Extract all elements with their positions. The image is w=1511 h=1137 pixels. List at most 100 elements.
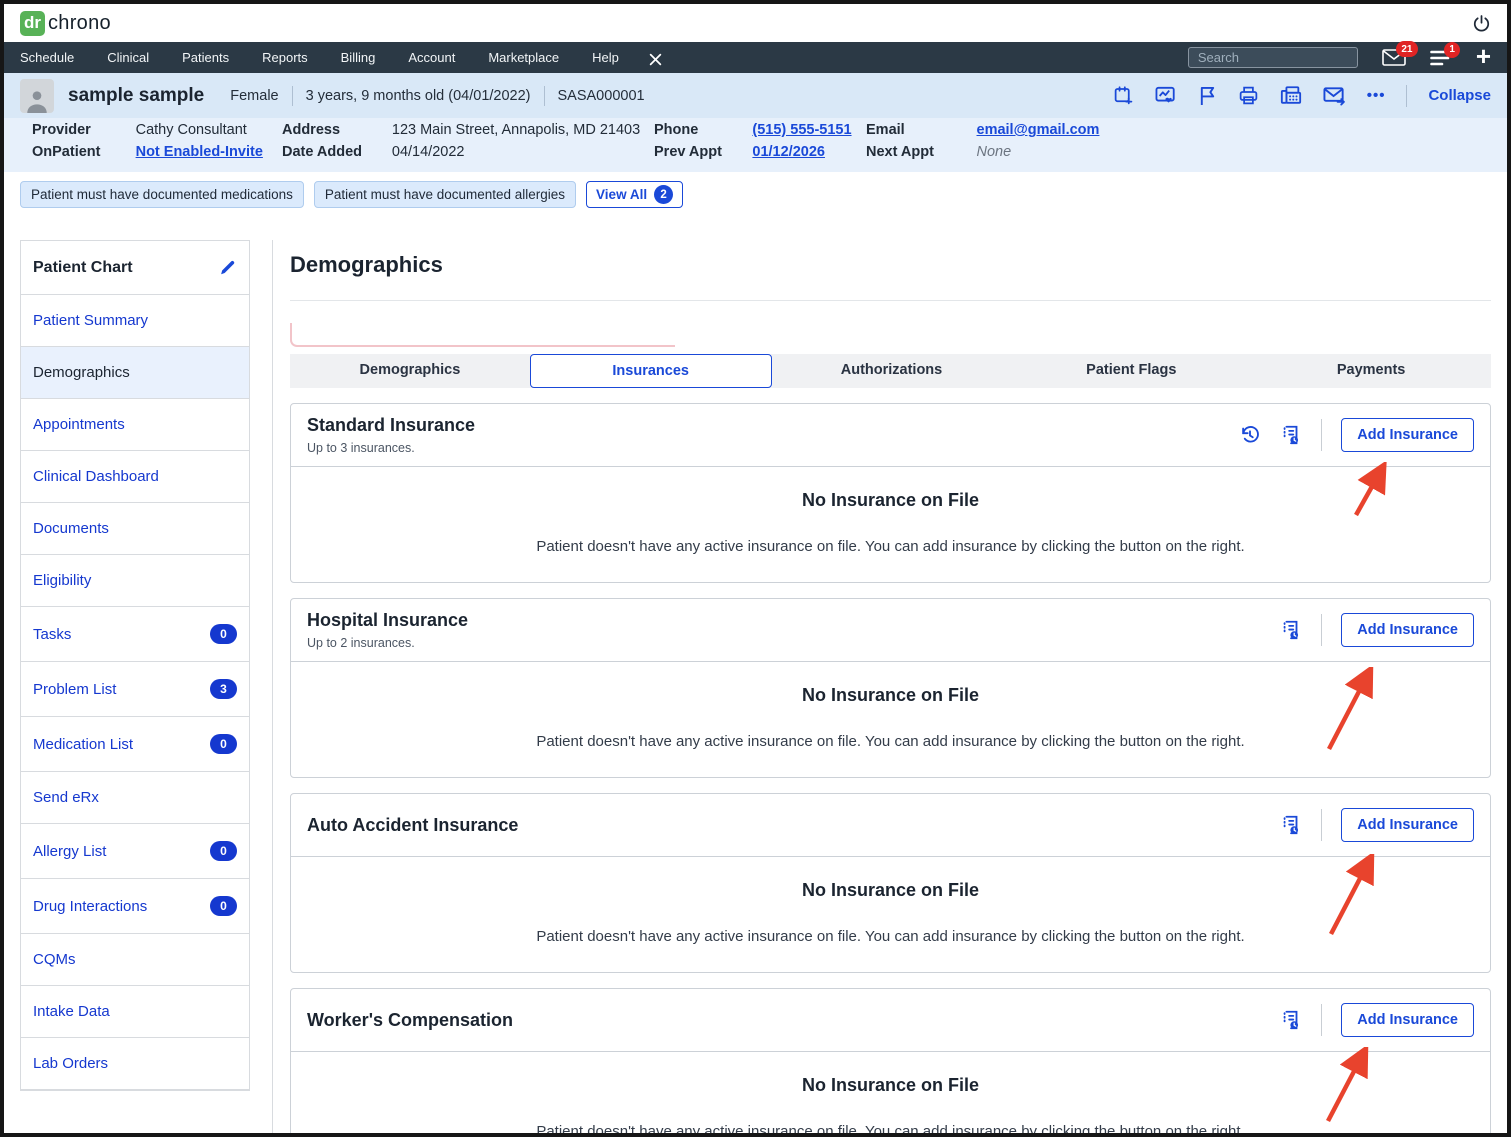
sidebar-item-patient-summary[interactable]: Patient Summary	[21, 295, 249, 347]
sidebar-item-cqms[interactable]: CQMs	[21, 934, 249, 986]
patient-flags-row: Patient must have documented medications…	[4, 172, 1507, 218]
nav-item-account[interactable]: Account	[408, 50, 455, 65]
no-insurance-text: Patient doesn't have any active insuranc…	[536, 538, 1245, 555]
add-new-icon[interactable]: +	[1476, 43, 1491, 69]
flag-icon[interactable]	[1198, 85, 1217, 106]
tab-patient-flags[interactable]: Patient Flags	[1011, 354, 1251, 388]
sidebar-item-label: Medication List	[33, 735, 134, 753]
sidebar-item-clinical-dashboard[interactable]: Clinical Dashboard	[21, 451, 249, 503]
messages-icon[interactable]: 21	[1382, 41, 1418, 66]
patient-chart-sidebar: Patient Chart Patient Summary Demographi…	[20, 240, 250, 1091]
send-email-icon[interactable]	[1323, 86, 1346, 106]
tab-authorizations[interactable]: Authorizations	[772, 354, 1012, 388]
sidebar-item-eligibility[interactable]: Eligibility	[21, 555, 249, 607]
no-insurance-text: Patient doesn't have any active insuranc…	[536, 733, 1245, 750]
prev-appt-link[interactable]: 01/12/2026	[752, 144, 866, 160]
phone-label: Phone	[654, 122, 699, 138]
collapse-button[interactable]: Collapse	[1428, 87, 1491, 104]
medication-list-count-badge: 0	[210, 734, 237, 754]
sidebar-item-intake-data[interactable]: Intake Data	[21, 986, 249, 1038]
onpatient-label: OnPatient	[32, 144, 101, 160]
sidebar-item-label: Intake Data	[33, 1003, 110, 1020]
sidebar-item-tasks[interactable]: Tasks 0	[21, 607, 249, 662]
no-insurance-title: No Insurance on File	[801, 880, 980, 900]
print-icon[interactable]	[1238, 85, 1259, 106]
drchrono-logo: dr chrono	[20, 10, 111, 36]
nav-item-marketplace[interactable]: Marketplace	[488, 50, 559, 65]
sidebar-item-documents[interactable]: Documents	[21, 503, 249, 555]
email-label: Email	[866, 122, 905, 138]
sidebar-item-label: Problem List	[33, 680, 117, 698]
email-link[interactable]: email@gmail.com	[977, 122, 1127, 138]
sidebar-item-label: Lab Orders	[33, 1055, 109, 1072]
sidebar-item-label: Drug Interactions	[33, 897, 148, 915]
add-insurance-button[interactable]: Add Insurance	[1341, 418, 1474, 452]
edit-pencil-icon[interactable]	[218, 258, 237, 277]
provider-label: Provider	[32, 122, 91, 138]
sidebar-item-problem-list[interactable]: Problem List 3	[21, 662, 249, 717]
fax-icon[interactable]	[1280, 85, 1302, 106]
sidebar-item-label: Clinical Dashboard	[33, 468, 159, 485]
sidebar-item-label: Eligibility	[33, 572, 92, 589]
power-icon[interactable]	[1472, 14, 1491, 33]
sidebar-item-drug-interactions[interactable]: Drug Interactions 0	[21, 879, 249, 934]
tab-insurances[interactable]: Insurances	[529, 354, 772, 388]
insurance-timeline-icon[interactable]	[1280, 814, 1302, 836]
tasks-count-badge: 0	[210, 624, 237, 644]
patient-sex: Female	[230, 87, 279, 104]
sidebar-item-lab-orders[interactable]: Lab Orders	[21, 1038, 249, 1090]
section-subtitle: Up to 2 insurances.	[307, 636, 415, 650]
sidebar-item-demographics[interactable]: Demographics	[21, 347, 249, 399]
nav-item-clinical[interactable]: Clinical	[107, 50, 149, 65]
patient-meta: Female 3 years, 9 months old (04/01/2022…	[230, 85, 645, 106]
problem-list-count-badge: 3	[210, 679, 237, 699]
task-list-icon[interactable]: 1	[1430, 41, 1461, 66]
patient-name: sample sample	[68, 84, 205, 106]
address-value: 123 Main Street, Annapolis, MD 21403	[391, 122, 641, 138]
view-all-button[interactable]: View All 2	[586, 181, 684, 208]
onpatient-invite-link[interactable]: Not Enabled-Invite	[136, 144, 282, 160]
sidebar-item-label: Patient Summary	[33, 312, 149, 329]
insurance-history-icon[interactable]	[1239, 424, 1261, 446]
phone-link[interactable]: (515) 555-5151	[752, 122, 866, 138]
no-insurance-title: No Insurance on File	[801, 1075, 980, 1095]
sidebar-item-allergy-list[interactable]: Allergy List 0	[21, 824, 249, 879]
schedule-appointment-icon[interactable]	[1113, 85, 1134, 106]
nav-item-schedule[interactable]: Schedule	[20, 50, 74, 65]
top-bar: dr chrono	[4, 4, 1507, 42]
eligibility-check-icon[interactable]	[1155, 86, 1177, 106]
nav-menu: Schedule Clinical Patients Reports Billi…	[20, 50, 619, 65]
nav-item-billing[interactable]: Billing	[341, 50, 376, 65]
sidebar-item-medication-list[interactable]: Medication List 0	[21, 717, 249, 772]
add-insurance-button[interactable]: Add Insurance	[1341, 1003, 1474, 1037]
nav-item-patients[interactable]: Patients	[182, 50, 229, 65]
tab-demographics[interactable]: Demographics	[290, 354, 530, 388]
section-title: Auto Accident Insurance	[307, 814, 519, 835]
sidebar-item-appointments[interactable]: Appointments	[21, 399, 249, 451]
patient-actions: ••• Collapse	[1113, 84, 1491, 107]
close-icon[interactable]	[649, 53, 662, 66]
insurance-timeline-icon[interactable]	[1280, 1009, 1302, 1031]
insurance-timeline-icon[interactable]	[1280, 619, 1302, 641]
main-nav: Schedule Clinical Patients Reports Billi…	[4, 41, 1507, 73]
sidebar-item-send-erx[interactable]: Send eRx	[21, 772, 249, 824]
search-input[interactable]	[1187, 47, 1358, 68]
nav-right-tools: 21 1 +	[1187, 41, 1491, 69]
section-title: Worker's Compensation	[307, 1009, 513, 1030]
nav-item-help[interactable]: Help	[592, 50, 619, 65]
demographics-panel: Demographics Demographics Insurances Aut…	[272, 240, 1491, 1137]
sidebar-item-label: Demographics	[33, 364, 130, 381]
logo-chrono-text: chrono	[48, 11, 111, 34]
patient-age: 3 years, 9 months old (04/01/2022)	[305, 87, 531, 104]
task-count-badge: 1	[1443, 41, 1461, 58]
add-insurance-button[interactable]: Add Insurance	[1341, 613, 1474, 647]
nav-item-reports[interactable]: Reports	[262, 50, 308, 65]
no-insurance-text: Patient doesn't have any active insuranc…	[536, 1123, 1245, 1137]
drug-interactions-count-badge: 0	[210, 896, 237, 916]
add-insurance-button[interactable]: Add Insurance	[1341, 808, 1474, 842]
app-window: dr chrono Schedule Clinical Patients Rep…	[0, 0, 1511, 1137]
section-subtitle: Up to 3 insurances.	[307, 441, 415, 455]
more-actions-icon[interactable]: •••	[1367, 87, 1386, 104]
insurance-timeline-icon[interactable]	[1280, 424, 1302, 446]
tab-payments[interactable]: Payments	[1251, 354, 1491, 388]
